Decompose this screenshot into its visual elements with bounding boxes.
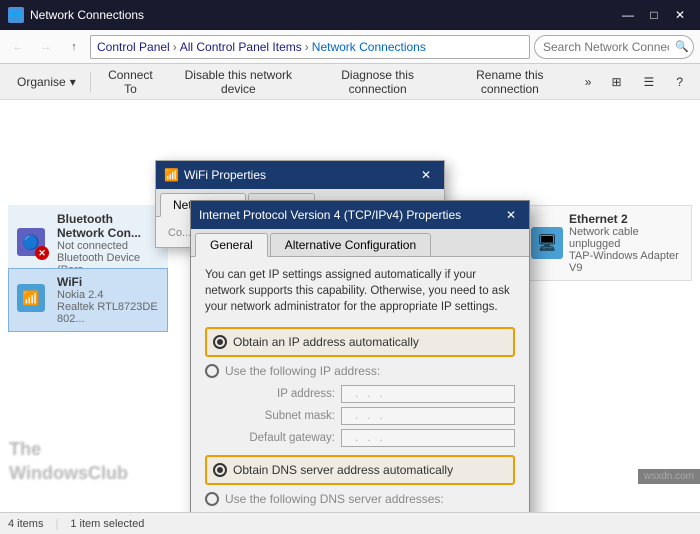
subnet-label: Subnet mask:	[225, 410, 335, 422]
tcpip-title-bar: Internet Protocol Version 4 (TCP/IPv4) P…	[191, 201, 529, 229]
auto-dns-option[interactable]: Obtain DNS server address automatically	[213, 460, 507, 480]
wifi-dialog-title: WiFi Properties	[184, 168, 416, 182]
wifi-status: Nokia 2.4	[57, 289, 159, 301]
ip-address-label: IP address:	[225, 388, 335, 400]
manual-ip-radio[interactable]	[205, 364, 219, 378]
up-button[interactable]: ↑	[62, 35, 86, 59]
auto-dns-label: Obtain DNS server address automatically	[233, 463, 453, 477]
ethernet-connection-item[interactable]: 🖥 Ethernet 2 Network cable unplugged TAP…	[522, 205, 692, 281]
main-window: 🌐 Network Connections — □ ✕ ← → ↑ Contro…	[0, 0, 700, 534]
tcpip-description: You can get IP settings assigned automat…	[205, 267, 515, 315]
auto-dns-highlight: Obtain DNS server address automatically	[205, 455, 515, 485]
auto-ip-label: Obtain an IP address automatically	[233, 335, 419, 349]
tcpip-title: Internet Protocol Version 4 (TCP/IPv4) P…	[199, 208, 501, 222]
ip-address-row: IP address:	[225, 385, 515, 403]
wifi-name: WiFi	[57, 275, 159, 289]
minimize-button[interactable]: —	[616, 5, 640, 25]
connect-to-button[interactable]: Connect To	[96, 68, 166, 96]
auto-ip-radio[interactable]	[213, 335, 227, 349]
wifi-detail: Realtek RTL8723DE 802...	[57, 301, 159, 325]
bluetooth-icon: 🔵 ✕	[17, 228, 49, 260]
wifi-icon-container: 📶	[17, 284, 49, 316]
bluetooth-info: Bluetooth Network Con... Not connected B…	[57, 212, 159, 276]
tcpip-content: You can get IP settings assigned automat…	[191, 257, 529, 512]
path-segment-3: Network Connections	[312, 40, 426, 54]
path-chevron-2: ›	[305, 40, 309, 54]
toolbar-separator-1	[90, 72, 91, 92]
tcpip-dialog: Internet Protocol Version 4 (TCP/IPv4) P…	[190, 200, 530, 512]
content-area: 🔵 ✕ Bluetooth Network Con... Not connect…	[0, 100, 700, 512]
path-chevron-1: ›	[173, 40, 177, 54]
tcpip-tab-alt[interactable]: Alternative Configuration	[270, 233, 431, 256]
gateway-label: Default gateway:	[225, 432, 335, 444]
toolbar-right: ⊞ ☰ ?	[602, 68, 692, 96]
view-list-button[interactable]: ☰	[635, 68, 664, 96]
manual-ip-option[interactable]: Use the following IP address:	[205, 361, 515, 381]
ethernet-icon: 🖥	[531, 227, 563, 259]
ip-fields: IP address: Subnet mask: Default gateway…	[225, 385, 515, 447]
wifi-dialog-icon: 📶	[164, 168, 178, 182]
back-button[interactable]: ←	[6, 35, 30, 59]
auto-dns-radio[interactable]	[213, 463, 227, 477]
ethernet-detail: TAP-Windows Adapter V9	[569, 250, 683, 274]
path-segment-1: Control Panel	[97, 40, 170, 54]
search-icon[interactable]: 🔍	[674, 39, 690, 55]
address-path[interactable]: Control Panel › All Control Panel Items …	[90, 35, 530, 59]
ethernet-info: Ethernet 2 Network cable unplugged TAP-W…	[569, 212, 683, 274]
error-overlay: ✕	[35, 246, 49, 260]
forward-button[interactable]: →	[34, 35, 58, 59]
help-button[interactable]: ?	[667, 68, 692, 96]
ip-address-input[interactable]	[341, 385, 515, 403]
disable-button[interactable]: Disable this network device	[167, 68, 309, 96]
address-bar: ← → ↑ Control Panel › All Control Panel …	[0, 30, 700, 64]
ethernet-status: Network cable unplugged	[569, 226, 683, 250]
rename-button[interactable]: Rename this connection	[446, 68, 574, 96]
title-bar: 🌐 Network Connections — □ ✕	[0, 0, 700, 30]
tcpip-tabs: General Alternative Configuration	[191, 229, 529, 257]
gateway-input[interactable]	[341, 429, 515, 447]
tcpip-close-button[interactable]: ✕	[501, 206, 521, 224]
close-button[interactable]: ✕	[668, 5, 692, 25]
bluetooth-status: Not connected	[57, 240, 159, 252]
diagnose-button[interactable]: Diagnose this connection	[311, 68, 443, 96]
bluetooth-name: Bluetooth Network Con...	[57, 212, 159, 240]
wifi-dialog-placeholder: Co...	[168, 227, 191, 239]
manual-dns-label: Use the following DNS server addresses:	[225, 492, 444, 506]
manual-dns-radio[interactable]	[205, 492, 219, 506]
search-input[interactable]	[534, 35, 694, 59]
subnet-input[interactable]	[341, 407, 515, 425]
window-icon: 🌐	[8, 7, 24, 23]
items-count: 4 items	[8, 518, 43, 530]
more-button[interactable]: »	[576, 68, 601, 96]
manual-ip-label: Use the following IP address:	[225, 364, 380, 378]
view-grid-button[interactable]: ⊞	[602, 68, 630, 96]
wifi-dialog-title-bar: 📶 WiFi Properties ✕	[156, 161, 444, 189]
selected-count: 1 item selected	[70, 518, 144, 530]
tcpip-tab-general[interactable]: General	[195, 233, 268, 257]
window-controls: — □ ✕	[616, 5, 692, 25]
auto-ip-option[interactable]: Obtain an IP address automatically	[213, 332, 507, 352]
auto-ip-highlight: Obtain an IP address automatically	[205, 327, 515, 357]
wifi-connection-item[interactable]: 📶 WiFi Nokia 2.4 Realtek RTL8723DE 802..…	[8, 268, 168, 332]
gateway-row: Default gateway:	[225, 429, 515, 447]
maximize-button[interactable]: □	[642, 5, 666, 25]
ethernet-name: Ethernet 2	[569, 212, 683, 226]
wifi-info: WiFi Nokia 2.4 Realtek RTL8723DE 802...	[57, 275, 159, 325]
manual-dns-option[interactable]: Use the following DNS server addresses:	[205, 489, 515, 509]
subnet-row: Subnet mask:	[225, 407, 515, 425]
search-wrapper: 🔍	[534, 35, 694, 59]
status-separator: |	[55, 518, 58, 530]
path-segment-2: All Control Panel Items	[180, 40, 302, 54]
organise-button[interactable]: Organise ▾	[8, 68, 85, 96]
status-bar: 4 items | 1 item selected	[0, 512, 700, 534]
toolbar: Organise ▾ Connect To Disable this netwo…	[0, 64, 700, 100]
window-title: Network Connections	[30, 8, 616, 22]
wifi-dialog-close-button[interactable]: ✕	[416, 166, 436, 184]
watermark-badge: wsxdn.com	[638, 469, 700, 484]
